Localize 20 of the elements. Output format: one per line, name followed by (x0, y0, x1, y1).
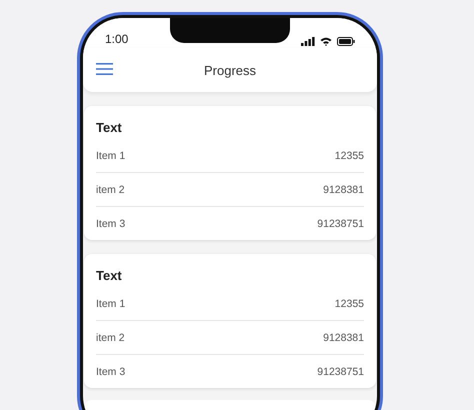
card-title: Text (96, 268, 123, 283)
battery-icon (337, 37, 355, 46)
item-label: Item 1 (96, 150, 126, 162)
page-title: Progress (204, 62, 256, 78)
item-value: 12355 (334, 298, 364, 310)
item-value: 9128381 (323, 184, 364, 196)
item-value: 91238751 (317, 366, 364, 378)
wifi-icon (320, 37, 332, 46)
menu-icon[interactable] (96, 63, 113, 75)
item-value: 12355 (334, 150, 364, 162)
item-label: Item 3 (96, 366, 126, 378)
signal-icon (301, 37, 315, 46)
status-time: 1:00 (105, 32, 128, 46)
item-label: Item 1 (96, 298, 126, 310)
item-value: 91238751 (317, 218, 364, 230)
card-title: Text (96, 120, 123, 135)
item-value: 9128381 (323, 332, 364, 344)
item-label: item 2 (96, 184, 125, 196)
item-label: Item 3 (96, 218, 126, 230)
item-label: item 2 (96, 332, 125, 344)
